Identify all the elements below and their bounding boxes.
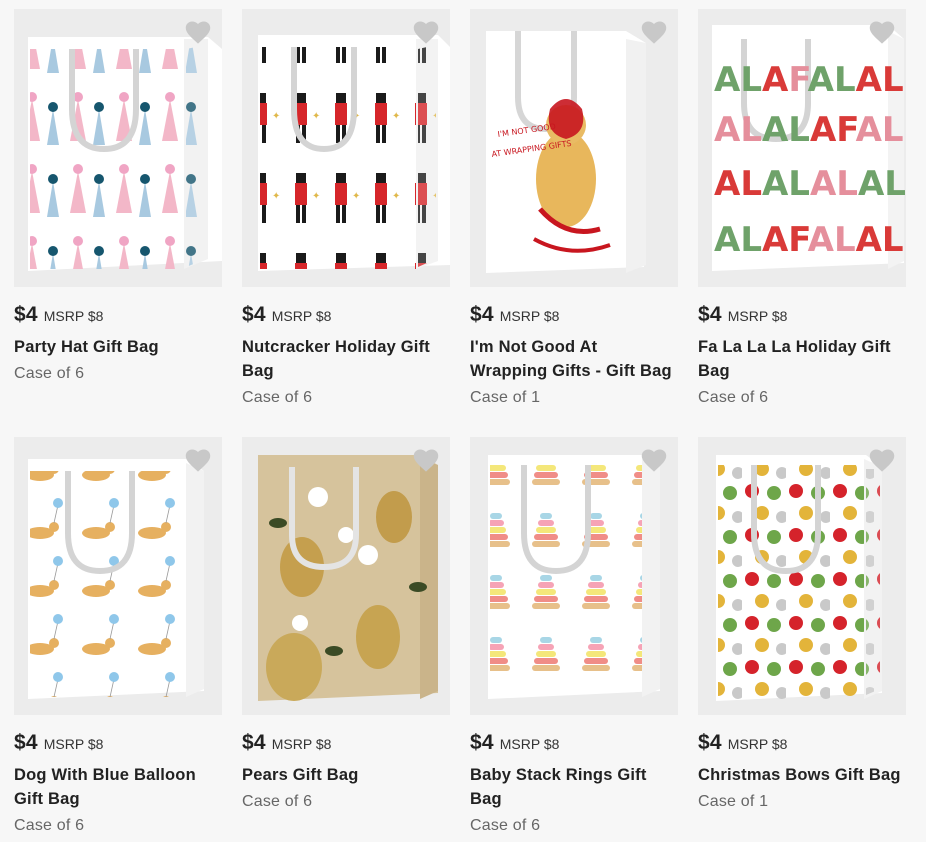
product-name[interactable]: Pears Gift Bag: [242, 763, 450, 787]
product-image[interactable]: [14, 437, 222, 715]
svg-text:ALAFALAL: ALAFALAL: [714, 60, 904, 100]
msrp: MSRP $8: [271, 736, 332, 752]
product-card[interactable]: $4 MSRP $8 Party Hat Gift Bag Case of 6: [14, 9, 222, 384]
product-card[interactable]: $4 MSRP $8 Christmas Bows Gift Bag Case …: [698, 437, 906, 812]
heart-icon[interactable]: [640, 447, 668, 473]
case-quantity: Case of 6: [698, 389, 769, 406]
case-quantity: Case of 6: [14, 817, 85, 834]
msrp: MSRP $8: [499, 308, 560, 324]
pears-bag-image: [242, 437, 450, 715]
product-name[interactable]: Nutcracker Holiday Gift Bag: [242, 335, 450, 383]
product-name[interactable]: I'm Not Good At Wrapping Gifts - Gift Ba…: [470, 335, 678, 383]
price: $4: [14, 731, 38, 754]
product-name[interactable]: Dog With Blue Balloon Gift Bag: [14, 763, 222, 811]
price-row: $4 MSRP $8: [470, 303, 678, 327]
case-quantity: Case of 1: [470, 389, 541, 406]
price-row: $4 MSRP $8: [698, 303, 906, 327]
msrp: MSRP $8: [727, 736, 788, 752]
product-card[interactable]: $4 MSRP $8 Pears Gift Bag Case of 6: [242, 437, 450, 812]
price-row: $4 MSRP $8: [242, 303, 450, 327]
price-row: $4 MSRP $8: [698, 731, 906, 755]
msrp: MSRP $8: [271, 308, 332, 324]
price: $4: [470, 731, 494, 754]
dog-balloon-bag-image: [14, 437, 222, 715]
falala-bag-image: ALAFALAL ALALAFAL ALALALAL ALAFALAL: [698, 9, 906, 287]
case-quantity: Case of 6: [14, 365, 85, 382]
svg-text:ALALAFAL: ALALAFAL: [714, 110, 904, 150]
product-image[interactable]: ALAFALAL ALALAFAL ALALALAL ALAFALAL: [698, 9, 906, 287]
product-name[interactable]: Christmas Bows Gift Bag: [698, 763, 906, 787]
product-card[interactable]: ✦ $4 MSRP $8 Nutcracker Holiday Gift Bag…: [242, 9, 450, 408]
price: $4: [698, 303, 722, 326]
product-image[interactable]: [242, 437, 450, 715]
product-grid: $4 MSRP $8 Party Hat Gift Bag Case of 6 …: [0, 0, 926, 842]
product-image[interactable]: ✦: [242, 9, 450, 287]
msrp: MSRP $8: [43, 308, 104, 324]
price: $4: [242, 303, 266, 326]
price-row: $4 MSRP $8: [14, 731, 222, 755]
stack-rings-bag-image: [470, 437, 678, 715]
svg-text:ALALALAL: ALALALAL: [714, 164, 906, 204]
product-image[interactable]: I'M NOT GOOD AT WRAPPING GIFTS: [470, 9, 678, 287]
heart-icon[interactable]: [640, 19, 668, 45]
msrp: MSRP $8: [499, 736, 560, 752]
price-row: $4 MSRP $8: [242, 731, 450, 755]
case-quantity: Case of 6: [242, 389, 313, 406]
dog-bow-bag-image: I'M NOT GOOD AT WRAPPING GIFTS: [470, 9, 678, 287]
msrp: MSRP $8: [43, 736, 104, 752]
heart-icon[interactable]: [184, 447, 212, 473]
product-name[interactable]: Baby Stack Rings Gift Bag: [470, 763, 678, 811]
price: $4: [242, 731, 266, 754]
heart-icon[interactable]: [412, 447, 440, 473]
price: $4: [14, 303, 38, 326]
heart-icon[interactable]: [184, 19, 212, 45]
case-quantity: Case of 1: [698, 793, 769, 810]
price-row: $4 MSRP $8: [470, 731, 678, 755]
price: $4: [698, 731, 722, 754]
heart-icon[interactable]: [412, 19, 440, 45]
christmas-bows-bag-image: [698, 437, 906, 715]
product-card[interactable]: ALAFALAL ALALAFAL ALALALAL ALAFALAL $4 M…: [698, 9, 906, 408]
product-card[interactable]: $4 MSRP $8 Baby Stack Rings Gift Bag Cas…: [470, 437, 678, 836]
price-row: $4 MSRP $8: [14, 303, 222, 327]
product-card[interactable]: I'M NOT GOOD AT WRAPPING GIFTS $4 MSRP $…: [470, 9, 678, 408]
nutcracker-bag-image: ✦: [242, 9, 450, 287]
product-name[interactable]: Party Hat Gift Bag: [14, 335, 222, 359]
svg-text:ALAFALAL: ALAFALAL: [714, 220, 904, 260]
product-card[interactable]: $4 MSRP $8 Dog With Blue Balloon Gift Ba…: [14, 437, 222, 836]
product-name[interactable]: Fa La La La Holiday Gift Bag: [698, 335, 906, 383]
price: $4: [470, 303, 494, 326]
product-image[interactable]: [698, 437, 906, 715]
heart-icon[interactable]: [868, 19, 896, 45]
product-image[interactable]: [470, 437, 678, 715]
product-image[interactable]: [14, 9, 222, 287]
case-quantity: Case of 6: [242, 793, 313, 810]
case-quantity: Case of 6: [470, 817, 541, 834]
party-hat-bag-image: [14, 9, 222, 287]
heart-icon[interactable]: [868, 447, 896, 473]
msrp: MSRP $8: [727, 308, 788, 324]
